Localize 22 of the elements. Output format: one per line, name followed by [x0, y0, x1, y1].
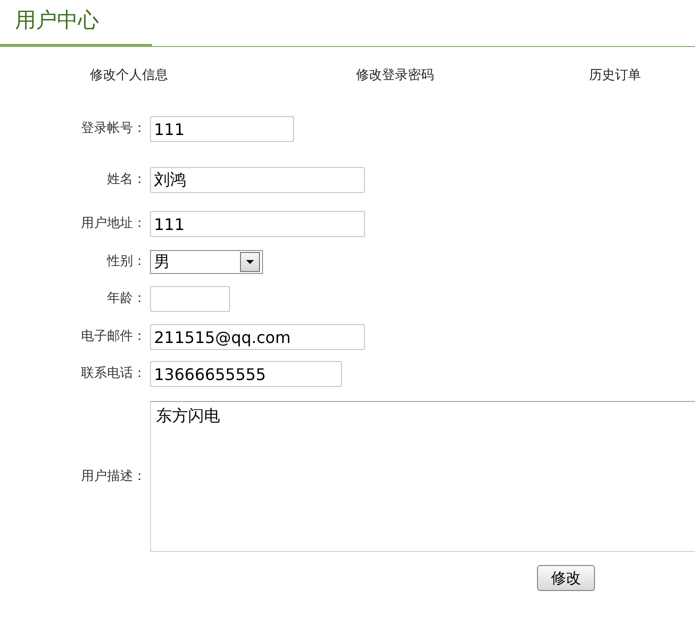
tab-link[interactable]: 历史订单: [589, 68, 641, 84]
field-label: 登录帐号：: [81, 120, 146, 138]
field-label: 年龄：: [107, 290, 146, 308]
input-field[interactable]: 刘鸿: [150, 167, 365, 193]
caret-icon: [240, 252, 260, 272]
input-field[interactable]: [150, 286, 230, 312]
submit-button[interactable]: 修改: [537, 565, 595, 591]
input-field[interactable]: 211515@qq.com: [150, 324, 365, 350]
input-field[interactable]: 111: [150, 211, 365, 237]
input-field[interactable]: 13666655555: [150, 361, 342, 387]
input-field[interactable]: 111: [150, 116, 294, 142]
field-label: 电子邮件：: [81, 328, 146, 346]
field-label: 用户地址：: [81, 215, 146, 234]
tab-link[interactable]: 修改个人信息: [90, 68, 168, 84]
tab-link[interactable]: 修改登录密码: [356, 68, 434, 84]
page-title: 用户中心: [15, 7, 99, 34]
field-label: 联系电话：: [81, 365, 146, 384]
field-label: 性别：: [107, 253, 146, 272]
select-field[interactable]: 男: [150, 250, 263, 274]
field-label: 用户描述：: [81, 468, 146, 486]
description-textarea[interactable]: 东方闪电: [150, 401, 695, 552]
field-label: 姓名：: [107, 171, 146, 190]
